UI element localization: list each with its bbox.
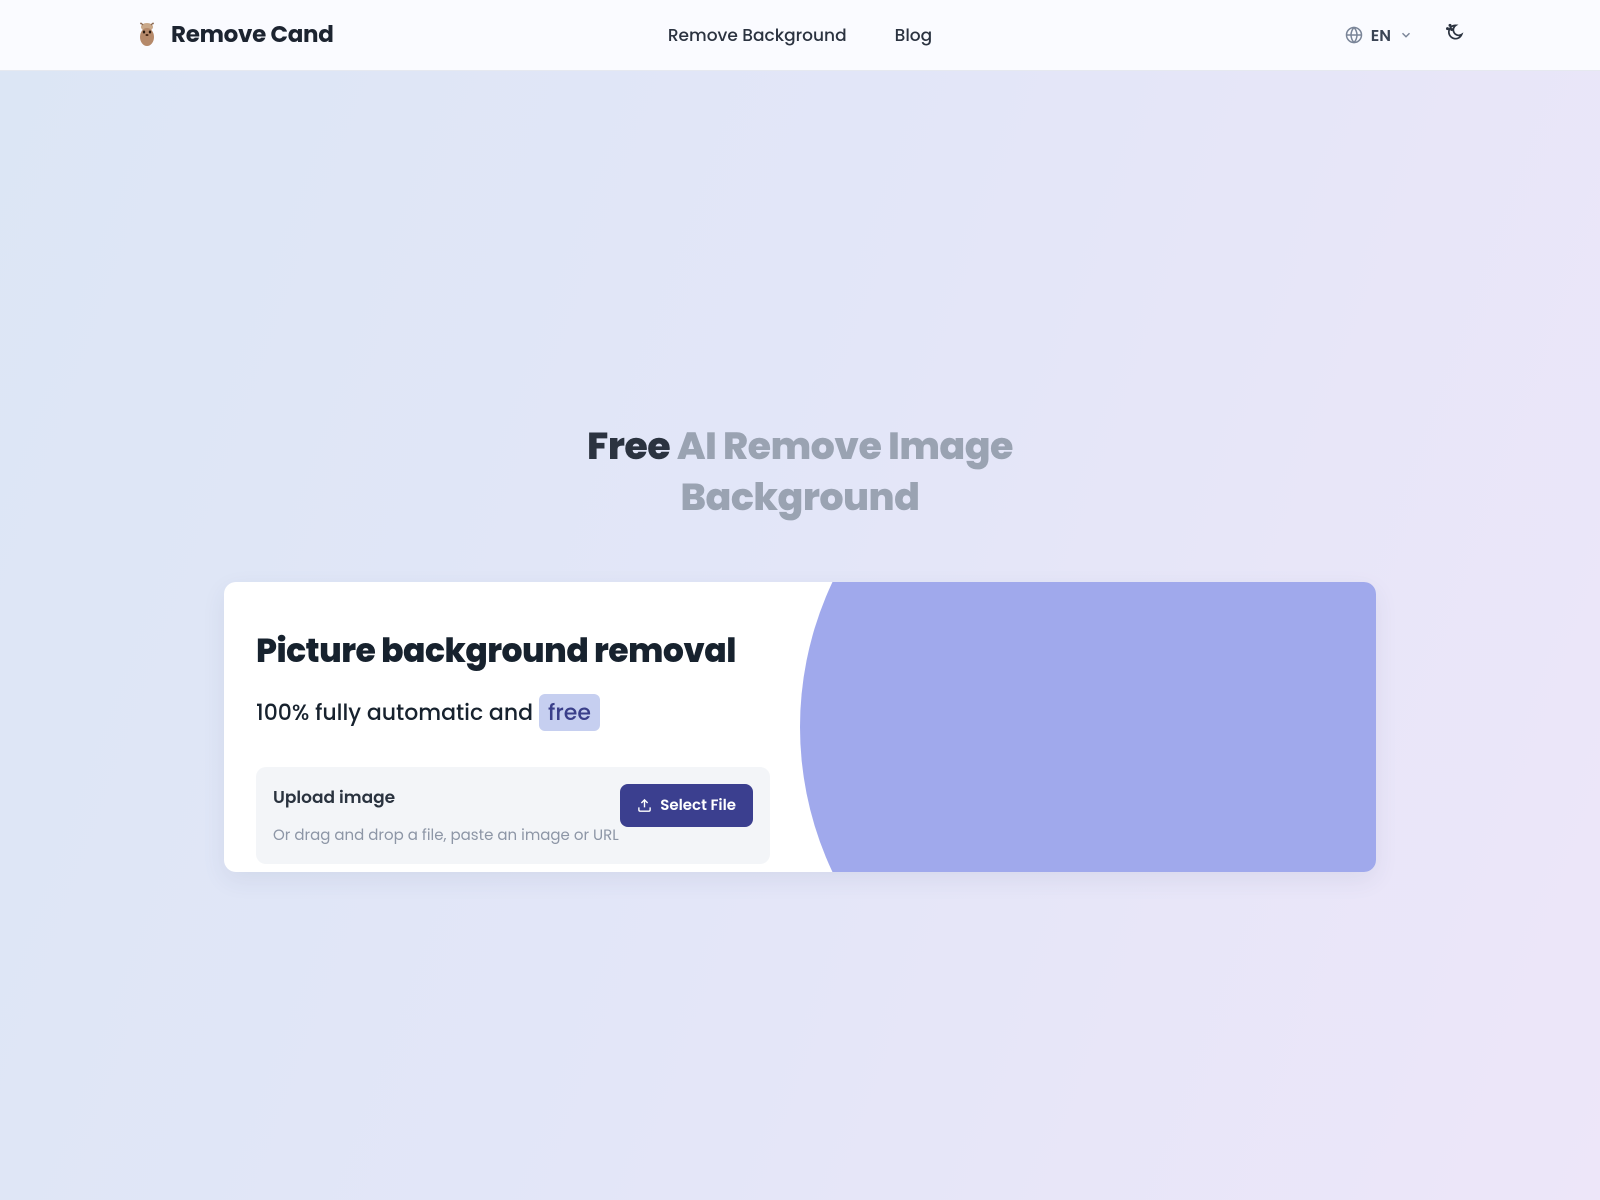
upload-label: Upload image: [273, 784, 619, 810]
header: Remove Cand Remove Background Blog EN: [0, 0, 1600, 71]
card-subtitle: 100% fully automatic and free: [256, 694, 768, 731]
upload-icon: [637, 798, 652, 813]
upload-text: Upload image Or drag and drop a file, pa…: [273, 784, 619, 847]
free-badge: free: [539, 694, 600, 731]
upload-hint: Or drag and drop a file, paste an image …: [273, 824, 619, 847]
upload-card: Picture background removal 100% fully au…: [224, 582, 1376, 872]
globe-icon: [1345, 26, 1363, 44]
hero-title-part3: Background: [681, 471, 920, 524]
brand-logo-icon: [135, 22, 159, 48]
upload-dropzone[interactable]: Upload image Or drag and drop a file, pa…: [256, 767, 770, 864]
card-left: Picture background removal 100% fully au…: [224, 582, 800, 872]
card-heading: Picture background removal: [256, 626, 768, 676]
language-selector[interactable]: EN: [1345, 23, 1413, 48]
language-code: EN: [1371, 23, 1391, 48]
theme-toggle[interactable]: [1445, 22, 1465, 49]
select-file-label: Select File: [660, 794, 736, 817]
chevron-down-icon: [1399, 28, 1413, 42]
card-right-graphic: [800, 582, 1376, 872]
subtitle-prefix: 100% fully automatic and: [256, 696, 533, 729]
nav-center: Remove Background Blog: [668, 22, 932, 48]
moon-icon: [1445, 22, 1465, 42]
decorative-circle: [800, 582, 1376, 872]
nav-blog[interactable]: Blog: [895, 22, 933, 48]
select-file-button[interactable]: Select File: [620, 784, 753, 827]
header-right: EN: [1345, 22, 1465, 49]
hero-section: Free AI Remove Image Background Picture …: [0, 71, 1600, 872]
hero-title-part1: Free: [587, 420, 670, 473]
nav-remove-background[interactable]: Remove Background: [668, 22, 847, 48]
brand-name: Remove Cand: [171, 18, 334, 52]
hero-title-part2: AI Remove Image: [677, 420, 1013, 473]
brand[interactable]: Remove Cand: [135, 18, 334, 52]
hero-title: Free AI Remove Image Background: [587, 421, 1013, 524]
